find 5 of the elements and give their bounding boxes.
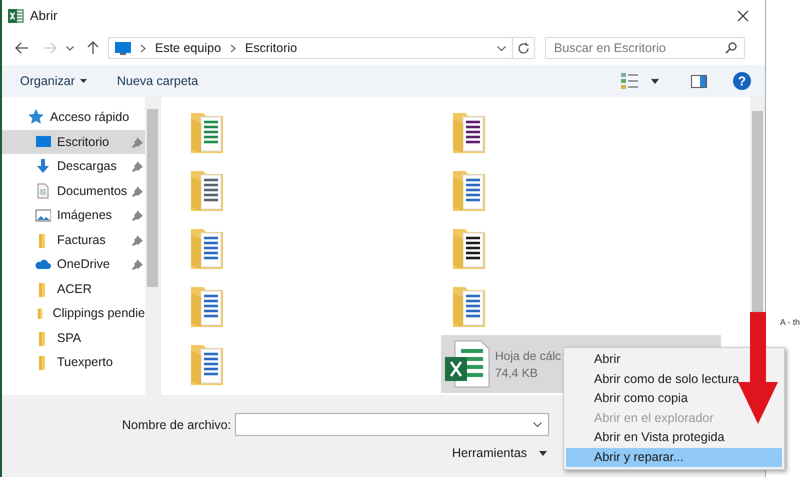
file-size: 74,4 KB [495,366,539,380]
document-text: A - th [780,317,800,327]
file-name: Hoja de cálc [495,348,562,362]
window-title: Abrir [30,8,58,23]
filename-label: Nombre de archivo: [122,418,232,432]
